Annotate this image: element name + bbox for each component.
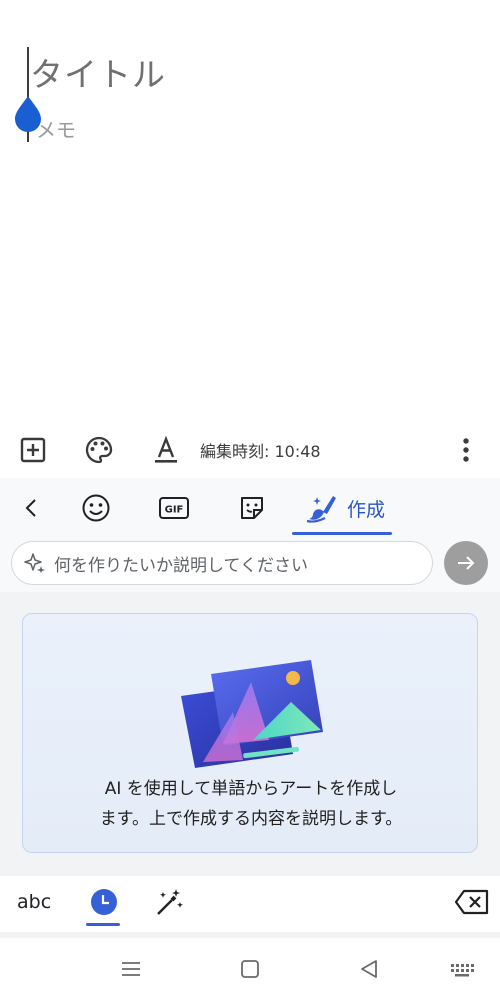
- caret-handle-icon[interactable]: [13, 94, 43, 132]
- keyboard-panel: GIF 作成 何を作りたいか説明してください AI を使用して単語からアートを作…: [0, 478, 500, 938]
- sparkle-icon: [24, 553, 45, 573]
- clock-icon[interactable]: [88, 886, 120, 918]
- sticker-icon[interactable]: [234, 488, 270, 528]
- tab-create[interactable]: 作成: [300, 488, 390, 528]
- arrow-right-icon: [458, 556, 475, 570]
- ai-art-description: AI を使用して単語からアートを作成し ます。上で作成する内容を説明します。: [23, 774, 479, 834]
- add-box-icon[interactable]: [13, 430, 53, 470]
- backspace-icon[interactable]: [454, 888, 490, 916]
- note-editor[interactable]: タイトル メモ: [0, 0, 500, 424]
- recents-icon[interactable]: [118, 956, 144, 982]
- title-field[interactable]: タイトル: [30, 48, 166, 96]
- prompt-placeholder: 何を作りたいか説明してください: [54, 555, 308, 576]
- ai-art-description-line1: AI を使用して単語からアートを作成し: [104, 779, 398, 799]
- gif-text: GIF: [165, 505, 184, 516]
- keyboard-bottom-row: abc: [0, 876, 500, 932]
- system-navbar: [0, 938, 500, 1000]
- keyboard-icon[interactable]: [449, 956, 475, 982]
- edited-time-label: 編集時刻: 10:48: [200, 442, 321, 461]
- ai-brush-icon: [306, 496, 336, 523]
- ai-art-card: AI を使用して単語からアートを作成し ます。上で作成する内容を説明します。: [22, 613, 478, 853]
- magic-wand-icon[interactable]: [152, 886, 186, 920]
- ai-art-description-line2: ます。上で作成する内容を説明します。: [99, 809, 403, 829]
- active-tab-indicator: [292, 532, 392, 535]
- keyboard-tabs: GIF 作成: [0, 478, 500, 536]
- more-vert-icon[interactable]: [446, 430, 486, 470]
- home-icon[interactable]: [237, 956, 263, 982]
- gif-icon[interactable]: GIF: [156, 488, 192, 528]
- abc-button[interactable]: abc: [17, 891, 51, 913]
- format-toolbar: 編集時刻: 10:48: [0, 424, 500, 478]
- palette-icon[interactable]: [79, 430, 119, 470]
- prompt-input[interactable]: 何を作りたいか説明してください: [11, 541, 433, 585]
- tab-create-label: 作成: [346, 498, 385, 521]
- text-format-icon[interactable]: [146, 430, 186, 470]
- active-bottom-indicator: [86, 923, 120, 926]
- back-chevron-icon[interactable]: [16, 488, 46, 528]
- prompt-row: 何を作りたいか説明してください: [0, 536, 500, 592]
- send-button[interactable]: [444, 541, 488, 585]
- screen: タイトル メモ 編集時刻: 10:48 GIF 作成 何を作りたいか説明してくだ…: [0, 0, 500, 1000]
- emoji-icon[interactable]: [78, 488, 114, 528]
- back-icon[interactable]: [356, 956, 382, 982]
- ai-art-illustration-icon: [181, 660, 323, 768]
